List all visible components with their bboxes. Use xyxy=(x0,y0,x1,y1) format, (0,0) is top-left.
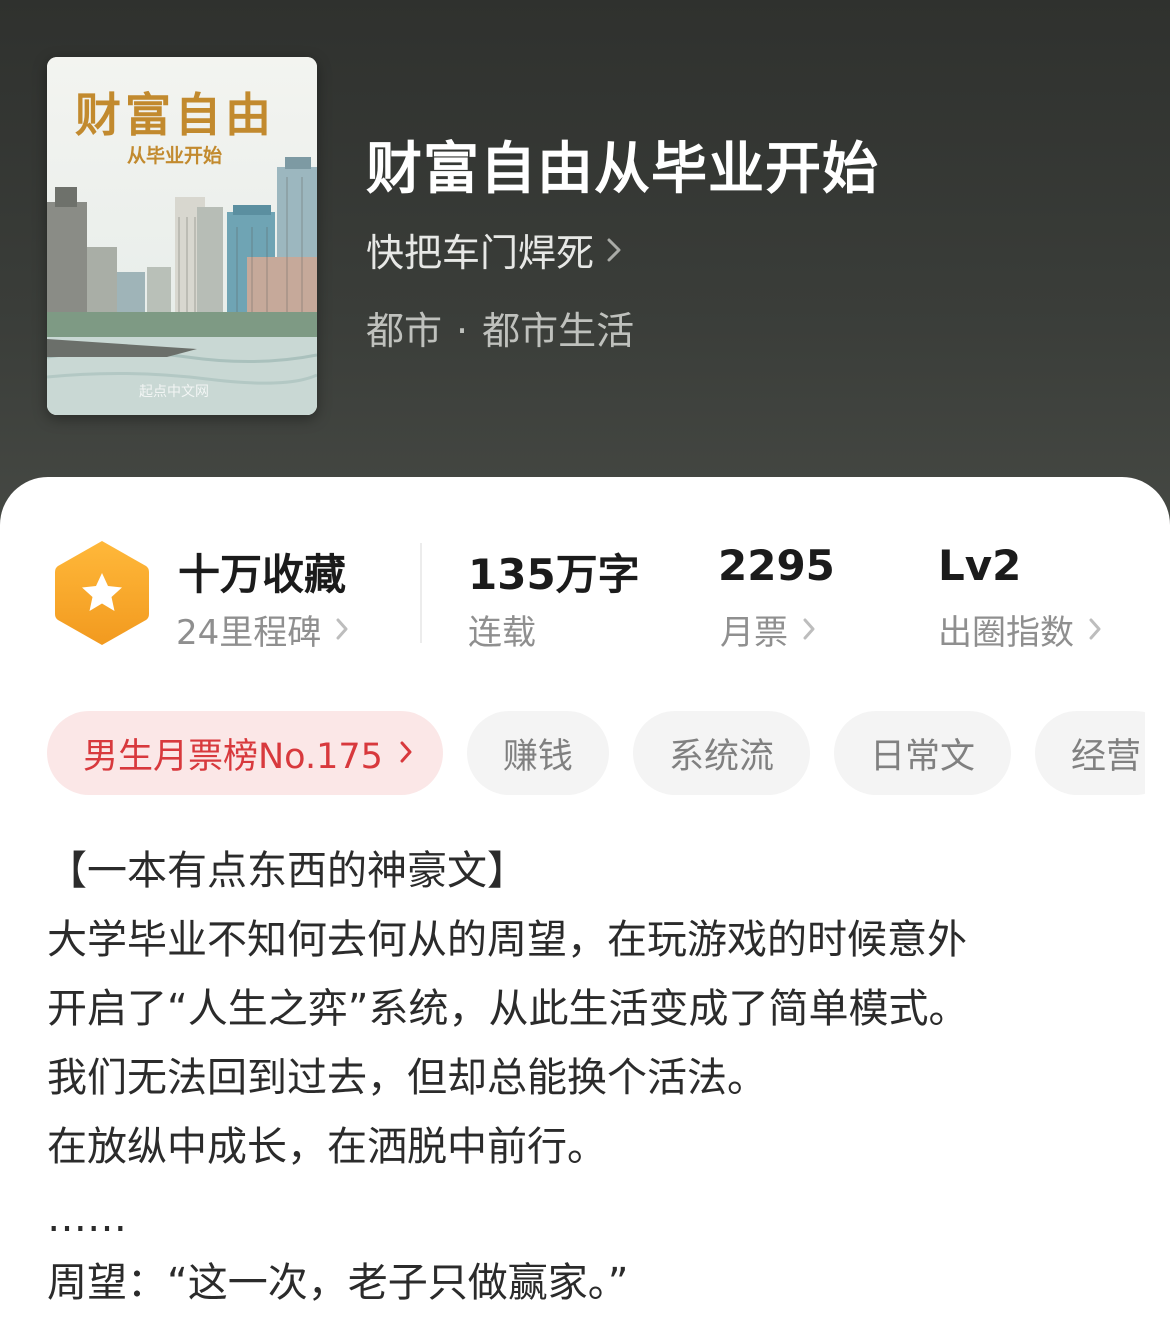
genre-separator: · xyxy=(456,309,469,353)
tag-monthly-rank[interactable]: 男生月票榜No.175 xyxy=(47,711,443,795)
tag-label: 男生月票榜No.175 xyxy=(83,736,383,777)
description-line: 【一本有点东西的神豪文】 xyxy=(47,848,527,894)
stats-bar: 十万收藏 24里程碑 135万字 连载 2295 月票 Lv2 出圈指数 xyxy=(0,477,1170,677)
chevron-right-icon xyxy=(399,733,413,773)
description-line: 我们无法回到过去，但却总能换个活法。 xyxy=(47,1055,767,1101)
book-detail-panel: 十万收藏 24里程碑 135万字 连载 2295 月票 Lv2 出圈指数 男生月… xyxy=(0,477,1170,1318)
serial-status: 连载 xyxy=(468,605,536,654)
author-name: 快把车门焊死 xyxy=(366,231,595,275)
tag-business[interactable]: 经营 xyxy=(1034,711,1145,795)
author-link[interactable]: 快把车门焊死 xyxy=(366,222,622,277)
cover-watermark: 起点中文网 xyxy=(139,384,209,400)
tag-make-money[interactable]: 赚钱 xyxy=(466,711,609,795)
description-line: 在放纵中成长，在洒脱中前行。 xyxy=(47,1124,607,1170)
chevron-right-icon xyxy=(1088,610,1102,650)
serial-status-label: 连载 xyxy=(468,613,536,653)
genre-category[interactable]: 都市 xyxy=(366,309,442,353)
influence-level: Lv2 xyxy=(938,541,1022,590)
description-line: 大学毕业不知何去何从的周望，在玩游戏的时候意外 xyxy=(47,917,967,963)
genre-subcategory[interactable]: 都市生活 xyxy=(482,309,634,353)
tag-daily-life[interactable]: 日常文 xyxy=(833,711,1011,795)
stats-divider xyxy=(420,543,422,643)
cover-subtitle: 从毕业开始 xyxy=(127,145,223,167)
monthly-tickets-label: 月票 xyxy=(720,613,788,653)
chevron-right-icon xyxy=(606,228,622,272)
star-badge-icon xyxy=(52,539,152,651)
word-count: 135万字 xyxy=(468,550,640,599)
tag-list: 男生月票榜No.175 赚钱 系统流 日常文 经营 xyxy=(47,711,1145,795)
cover-title: 财富自由 xyxy=(75,88,275,142)
chevron-right-icon xyxy=(335,610,349,650)
book-description[interactable]: 【一本有点东西的神豪文】 大学毕业不知何去何从的周望，在玩游戏的时候意外 开启了… xyxy=(47,837,1137,1318)
description-line: 开启了“人生之弈”系统，从此生活变成了简单模式。 xyxy=(47,986,969,1032)
description-line: 周望：“这一次，老子只做赢家。” xyxy=(47,1260,629,1306)
monthly-tickets-link[interactable]: 月票 xyxy=(720,605,816,654)
monthly-tickets-count: 2295 xyxy=(718,541,835,590)
book-genre: 都市 · 都市生活 xyxy=(366,300,634,355)
influence-index-label: 出圈指数 xyxy=(938,613,1074,653)
influence-index-link[interactable]: 出圈指数 xyxy=(938,605,1102,654)
book-cover[interactable]: 财富自由 从毕业开始 起点中文网 xyxy=(47,57,317,415)
milestones-label: 24里程碑 xyxy=(176,613,322,653)
book-header: 财富自由 从毕业开始 起点中文网 财富自由从毕业开始 快把车门焊死 都市 · 都市生… xyxy=(0,0,1170,560)
collections-count: 十万收藏 xyxy=(178,550,347,599)
chevron-right-icon xyxy=(802,610,816,650)
tag-system-flow[interactable]: 系统流 xyxy=(632,711,810,795)
description-line: …… xyxy=(47,1195,127,1241)
milestones-link[interactable]: 24里程碑 xyxy=(176,605,349,654)
book-title: 财富自由从毕业开始 xyxy=(366,137,879,202)
